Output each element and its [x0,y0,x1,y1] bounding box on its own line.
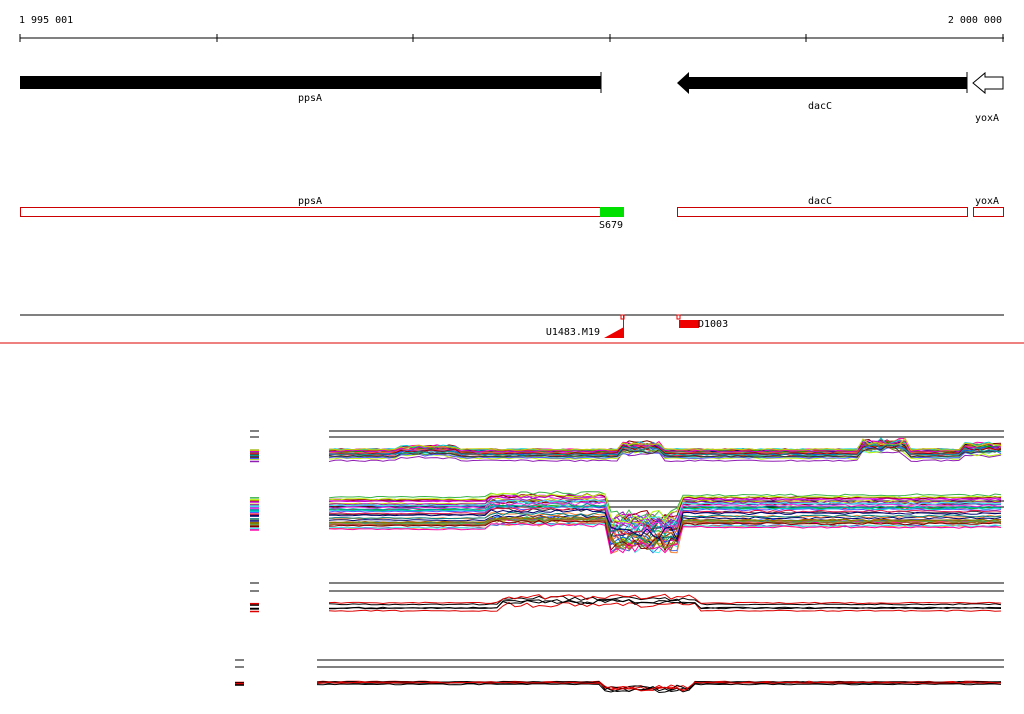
probe-left-label: U1483.M19 [546,327,600,338]
panel-legend-swatch [250,449,259,451]
panel-legend-swatch [250,454,259,457]
panel-legend-swatch [250,497,259,499]
panel-legend-swatch [250,457,259,460]
panel-legend-swatch [250,505,259,507]
panel-legend-swatch [250,515,259,517]
feature-yoxA-box [973,207,1004,217]
gene-ppsA-bar [20,76,601,89]
probe-U1483-M19[interactable]: U1483.M19 [546,314,625,338]
panel-legend-swatch [250,509,259,511]
panel-legend-swatch [250,499,259,501]
gene-ppsA-label: ppsA [298,93,322,104]
panel-legend-swatch [250,501,259,503]
panel-legend-swatch [250,451,259,453]
panel-legend-swatch [250,529,259,531]
gene-yoxA-arrow [972,71,1004,95]
gene-dacC-label: dacC [808,101,832,112]
ruler-start-label: 1 995 001 [19,15,73,26]
feature-S679-box [600,207,624,217]
signal-panel-1 [250,430,1004,463]
gene-yoxA[interactable]: yoxA [972,71,1004,124]
panel-legend-swatch [250,610,259,613]
probe-left-marker [604,327,624,338]
genome-browser-view: 1 995 001 2 000 000 ppsA dacC yoxA ppsA [0,15,1024,694]
probe-right-tick [676,314,681,320]
panel-legend-swatch [250,604,259,606]
probe-track: U1483.M19 D1003 [20,314,1004,338]
panel-legend-swatch [250,456,259,458]
panel-legend-swatch [250,507,259,510]
feature-S679[interactable]: S679 [599,207,624,231]
feature-yoxA[interactable]: yoxA [973,196,1004,217]
gene-track: ppsA dacC yoxA [20,71,1004,124]
panel-legend-swatch [250,520,259,522]
panel-legend-swatch [250,607,259,610]
feature-dacC[interactable]: dacC [677,196,968,217]
feature-dacC-box [677,207,968,217]
coordinate-ruler: 1 995 001 2 000 000 [19,15,1004,42]
panel-legend-swatch [235,682,244,685]
signal-panel-3 [250,582,1004,613]
gene-ppsA[interactable]: ppsA [20,72,602,104]
feature-ppsA-box [20,207,601,217]
probe-right-label: D1003 [698,319,728,330]
annotation-track: ppsA S679 dacC yoxA [20,196,1004,231]
panel-legend-swatch [250,518,259,520]
feature-dacC-label: dacC [808,196,832,207]
gene-yoxA-label: yoxA [975,113,999,124]
probe-D1003[interactable]: D1003 [676,314,728,330]
feature-ppsA-label: ppsA [298,196,322,207]
panel-legend-swatch [235,684,244,686]
signal-panels [235,430,1004,694]
gene-dacC-arrow [677,72,967,94]
panel-legend-swatch [250,522,259,524]
feature-ppsA[interactable]: ppsA [20,196,601,217]
gene-dacC[interactable]: dacC [677,72,968,112]
panel-legend-swatch [250,510,259,513]
panel-legend-swatch [250,525,259,528]
probe-right-marker [679,320,699,328]
feature-S679-label: S679 [599,220,623,231]
panel-legend-swatch [250,602,259,605]
panel-legend-swatch [250,527,259,530]
panel-legend-swatch [250,460,259,463]
signal-panel-4 [235,659,1004,694]
probe-left-tick [620,314,625,320]
ruler-end-label: 2 000 000 [948,15,1002,26]
feature-yoxA-label: yoxA [975,196,999,207]
panel-legend-swatch [250,513,259,515]
signal-panel-2 [250,490,1004,555]
